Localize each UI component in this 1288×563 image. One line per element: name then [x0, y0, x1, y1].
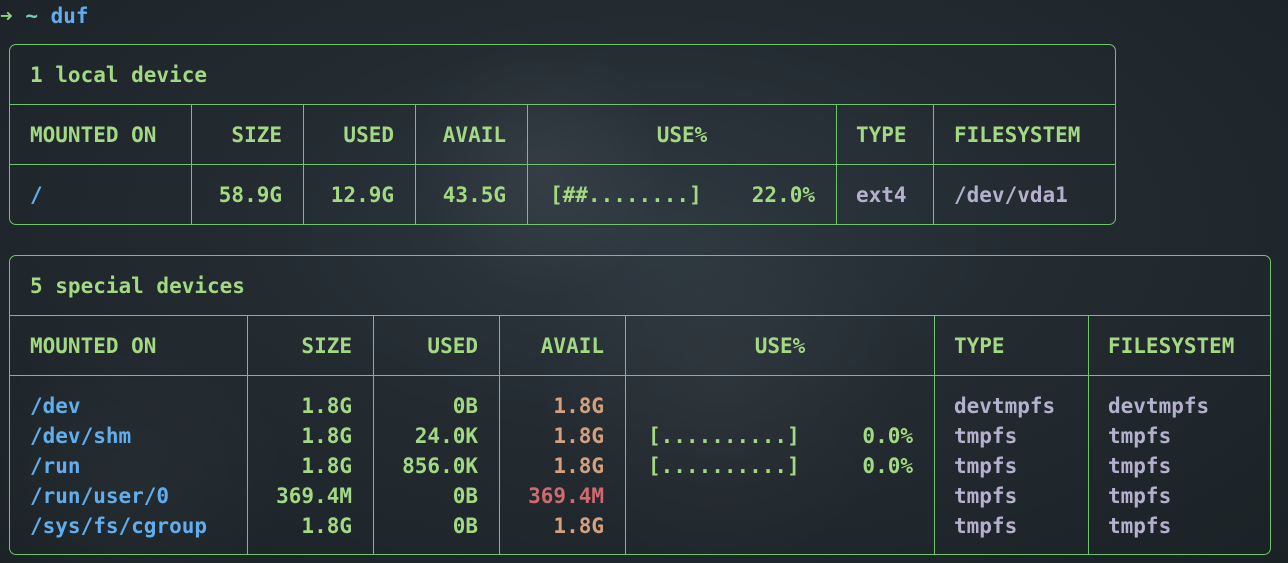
header-avail: AVAIL [540, 334, 604, 358]
fs-type: ext4 [856, 183, 907, 207]
prompt-arrow-icon: ➜ [0, 4, 13, 28]
table-title: 5 special devices [30, 274, 245, 298]
used-value: 12.9G [330, 183, 394, 207]
size-value: 369.4M [276, 484, 352, 508]
avail-value: 1.8G [553, 424, 604, 448]
header-mounted-on: MOUNTED ON [30, 123, 157, 147]
size-value: 1.8G [301, 394, 352, 418]
usage-bar: [..........] [648, 454, 800, 478]
usage-percent: 22.0% [751, 183, 815, 207]
mount-point: /dev [30, 394, 81, 418]
header-filesystem: FILESYSTEM [1108, 334, 1235, 358]
size-value: 58.9G [218, 183, 282, 207]
header-mounted-on: MOUNTED ON [30, 334, 157, 358]
avail-value: 43.5G [442, 183, 506, 207]
header-avail: AVAIL [442, 123, 506, 147]
header-type: TYPE [954, 334, 1005, 358]
fs-type: devtmpfs [954, 394, 1056, 418]
header-type: TYPE [856, 123, 907, 147]
divider [10, 164, 1115, 165]
usage-bar: [..........] [648, 424, 800, 448]
avail-value: 1.8G [553, 454, 604, 478]
prompt-command: duf [50, 4, 89, 28]
mount-point: /dev/shm [30, 424, 132, 448]
filesystem-name: tmpfs [1108, 514, 1172, 538]
size-value: 1.8G [301, 514, 352, 538]
filesystem-name: /dev/vda1 [954, 183, 1068, 207]
header-filesystem: FILESYSTEM [954, 123, 1081, 147]
used-value: 24.0K [414, 424, 478, 448]
size-value: 1.8G [301, 454, 352, 478]
usage-bar: [##........] [550, 183, 702, 207]
used-value: 0B [452, 484, 478, 508]
column-divider [933, 105, 934, 225]
filesystem-name: tmpfs [1108, 424, 1172, 448]
used-value: 856.0K [402, 454, 478, 478]
mount-point: /sys/fs/cgroup [30, 514, 208, 538]
avail-value: 1.8G [553, 394, 604, 418]
divider [10, 315, 1270, 316]
column-divider [1088, 316, 1089, 555]
table-title: 1 local device [30, 63, 208, 87]
avail-value: 1.8G [553, 514, 604, 538]
divider [10, 104, 1115, 105]
fs-type: tmpfs [954, 514, 1018, 538]
fs-type: tmpfs [954, 454, 1018, 478]
usage-percent: 0.0% [862, 424, 913, 448]
header-size: SIZE [231, 123, 282, 147]
used-value: 0B [452, 514, 478, 538]
mount-point: /run [30, 454, 81, 478]
filesystem-name: tmpfs [1108, 484, 1172, 508]
header-use-pct: USE% [656, 123, 708, 147]
avail-value: 369.4M [528, 484, 604, 508]
size-value: 1.8G [301, 424, 352, 448]
local-devices-table: 1 local device MOUNTED ON SIZE USED AVAI… [9, 44, 1116, 225]
header-use-pct: USE% [754, 334, 806, 358]
filesystem-name: tmpfs [1108, 454, 1172, 478]
header-used: USED [343, 123, 394, 147]
used-value: 0B [452, 394, 478, 418]
fs-type: tmpfs [954, 424, 1018, 448]
mount-point: / [30, 183, 43, 207]
usage-percent: 0.0% [862, 454, 913, 478]
header-size: SIZE [301, 334, 352, 358]
prompt-cwd: ~ [25, 4, 38, 28]
mount-point: /run/user/0 [30, 484, 170, 508]
filesystem-name: devtmpfs [1108, 394, 1210, 418]
divider [10, 375, 1270, 376]
header-used: USED [427, 334, 478, 358]
column-divider [934, 316, 935, 555]
column-divider [836, 105, 837, 225]
special-devices-table: 5 special devices MOUNTED ON SIZE USED A… [9, 255, 1271, 555]
shell-prompt: ➜ ~ duf [0, 3, 89, 29]
fs-type: tmpfs [954, 484, 1018, 508]
